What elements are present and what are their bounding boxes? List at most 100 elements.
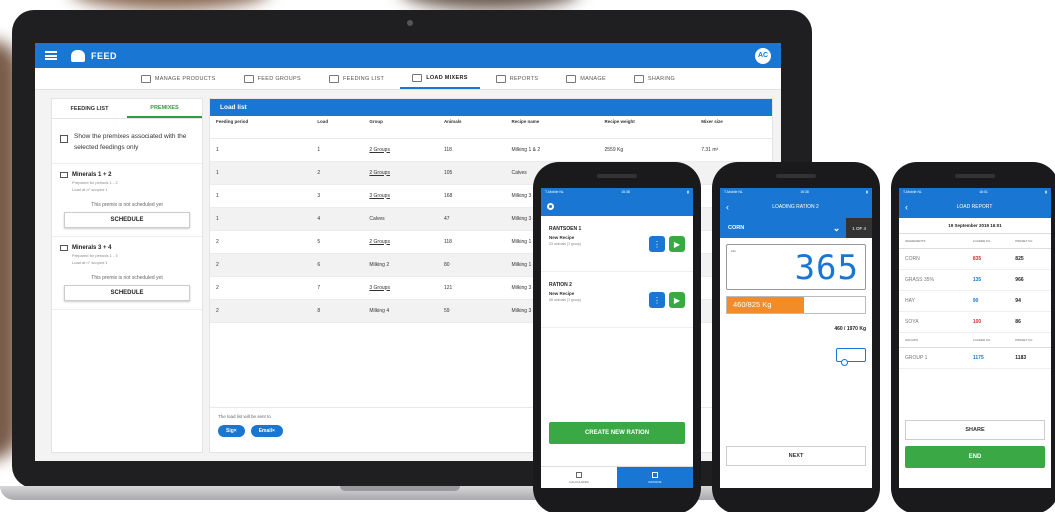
more-options-icon[interactable]: ⋮	[649, 236, 665, 252]
tab-rations[interactable]: RATIONS	[617, 467, 693, 488]
recipient-chip[interactable]: Email ×	[250, 425, 283, 437]
laptop-notch	[340, 486, 460, 491]
table-cell: 121	[437, 276, 506, 300]
groups-icon	[243, 74, 254, 83]
nav-manage-products[interactable]: MANAGE PRODUCTS	[129, 68, 228, 89]
table-cell: 168	[437, 184, 506, 208]
premix-filter: Show the premixes associated with the se…	[52, 119, 202, 164]
back-icon[interactable]: ‹	[905, 202, 908, 212]
back-icon[interactable]: ‹	[726, 202, 729, 212]
phone-speaker	[955, 174, 995, 178]
tab-premixes[interactable]: PREMIXES	[127, 99, 202, 118]
scale-unit: Kilo	[731, 249, 737, 253]
column-header: Feeding period	[210, 116, 312, 139]
phone-toolbar	[541, 196, 693, 216]
screen-title: LOAD REPORT	[956, 204, 993, 210]
close-icon[interactable]: ×	[234, 428, 237, 434]
table-cell: Milking 1 & 2	[505, 138, 599, 162]
tab-feeding-list[interactable]: FEEDING LIST	[52, 99, 127, 118]
table-cell: 47	[437, 207, 506, 231]
table-cell: 8	[311, 299, 364, 323]
schedule-button[interactable]: SCHEDULE	[64, 285, 190, 301]
premix-sub: Load at n° scoped 1	[72, 187, 108, 192]
gear-icon[interactable]	[547, 202, 554, 210]
more-options-icon[interactable]: ⋮	[649, 292, 665, 308]
table-cell: 80	[437, 253, 506, 277]
table-cell: 1	[210, 138, 312, 162]
app-bar: FEED AC	[35, 43, 781, 68]
table-cell: 7	[311, 276, 364, 300]
status-bar: T-Mobile NL 15:38 ▮	[720, 188, 872, 196]
products-icon	[140, 74, 151, 83]
tab-calculated[interactable]: CALCULATED	[541, 467, 617, 488]
table-cell: 105	[437, 161, 506, 185]
ration-item[interactable]: RANTSOEN 1 New Recipe 53 animals (1 grou…	[541, 216, 693, 272]
table-cell: 5	[311, 230, 364, 254]
column-header: Animals	[437, 116, 506, 139]
reports-icon	[495, 74, 506, 83]
premix-sub: Prepared for periods 1 - 2	[72, 180, 118, 185]
ingredients-header: INGREDIENTS LOADED KG PRESET KG	[899, 234, 1051, 249]
nav-reports[interactable]: REPORTS	[484, 68, 551, 89]
bottom-tabs: CALCULATED RATIONS	[541, 466, 693, 488]
background-person	[400, 0, 580, 10]
schedule-button[interactable]: SCHEDULE	[64, 212, 190, 228]
play-icon[interactable]: ▶	[669, 292, 685, 308]
table-row[interactable]: 112 Groups 118 Milking 1 & 2 2559 Kg 7.31 m³	[210, 138, 772, 162]
ration-item[interactable]: RATION 2 New Recipe 68 animals (1 group)…	[541, 272, 693, 328]
table-cell: 3 Groups	[363, 276, 438, 300]
premix-name: Minerals 1 + 2	[72, 172, 112, 178]
nav-sharing[interactable]: SHARING	[622, 68, 687, 89]
status-bar: T-Mobile NL 16:01 ▮	[899, 188, 1051, 196]
table-cell: 3	[311, 184, 364, 208]
filter-checkbox[interactable]	[60, 135, 68, 143]
table-cell: Calves	[363, 207, 438, 231]
phone-loading: T-Mobile NL 15:38 ▮ ‹ LOADING RATION 2 CORN…	[712, 162, 880, 512]
phone-screen: T-Mobile NL 15:38 ▮ ‹ LOADING RATION 2 CORN…	[720, 188, 872, 488]
share-button[interactable]: SHARE	[905, 420, 1045, 440]
ingredient-selector[interactable]: CORN ⌄ 1 OF 4	[720, 218, 872, 238]
scale-value: 365	[794, 248, 859, 288]
table-cell: 4	[311, 207, 364, 231]
nav-feeding-list[interactable]: FEEDING LIST	[317, 68, 396, 89]
menu-icon[interactable]	[45, 51, 57, 60]
report-row: SOYA 100 86	[899, 312, 1051, 333]
status-bar: T-Mobile NL 15:38 ▮	[541, 188, 693, 196]
table-cell: 1	[210, 161, 312, 185]
column-header: Recipe weight	[598, 116, 696, 139]
table-cell: 2	[210, 299, 312, 323]
total-weight: 460 / 1970 Kg	[834, 326, 866, 332]
ingredient-count: 1 OF 4	[846, 218, 872, 238]
play-icon[interactable]: ▶	[669, 236, 685, 252]
avatar[interactable]: AC	[755, 47, 771, 64]
battery-icon: ▮	[866, 190, 868, 194]
share-icon	[633, 74, 644, 83]
phone-rations: T-Mobile NL 15:38 ▮ RANTSOEN 1 New Recipe …	[533, 162, 701, 512]
phone-screen: T-Mobile NL 15:38 ▮ RANTSOEN 1 New Recipe …	[541, 188, 693, 488]
next-button[interactable]: NEXT	[726, 446, 866, 466]
table-cell: 2 Groups	[363, 138, 438, 162]
close-icon[interactable]: ×	[272, 428, 275, 434]
calculator-icon	[576, 471, 582, 478]
nav-feed-groups[interactable]: FEED GROUPS	[232, 68, 313, 89]
table-cell: 2	[210, 276, 312, 300]
mixer-wagon-icon	[836, 348, 866, 366]
nav-load-mixers[interactable]: LOAD MIXERS	[400, 68, 480, 89]
progress-text: 460/825 Kg	[733, 300, 772, 309]
screen-title: LOADING RATION 2	[772, 204, 819, 210]
nav-manage[interactable]: MANAGE	[554, 68, 618, 89]
recipient-chip[interactable]: Sig ×	[218, 425, 245, 437]
table-cell: 1	[311, 138, 364, 162]
premix-item: Minerals 1 + 2 Prepared for periods 1 - …	[52, 164, 202, 237]
table-cell: 118	[437, 138, 506, 162]
rations-icon	[652, 471, 658, 478]
filter-label: Show the premixes associated with the se…	[74, 133, 187, 151]
premix-item: Minerals 3 + 4 Prepared for periods 1 - …	[52, 237, 202, 310]
create-ration-button[interactable]: CREATE NEW RATION	[549, 422, 685, 444]
table-cell: 7.31 m³	[695, 138, 772, 162]
logo-icon	[71, 49, 85, 62]
table-cell: 1	[210, 207, 312, 231]
load-list-title: Load list	[210, 99, 772, 116]
end-button[interactable]: END	[905, 446, 1045, 468]
table-cell: 59	[437, 299, 506, 323]
